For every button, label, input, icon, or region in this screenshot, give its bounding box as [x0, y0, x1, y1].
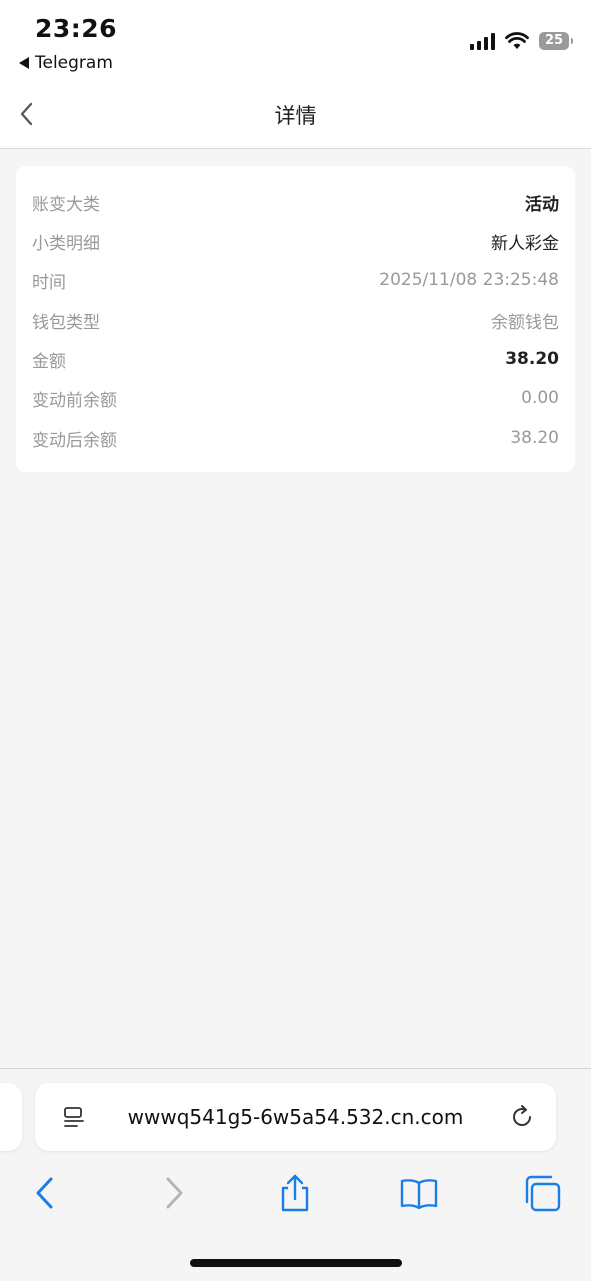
detail-row-time: 时间 2025/11/08 23:25:48 [32, 268, 559, 293]
detail-row-wallet-type: 钱包类型 余额钱包 [32, 308, 559, 333]
back-icon[interactable] [26, 1173, 66, 1213]
detail-value: 38.20 [510, 428, 559, 448]
status-time: 23:26 [35, 14, 118, 43]
tabs-icon[interactable] [523, 1173, 563, 1213]
detail-row-subcategory: 小类明细 新人彩金 [32, 229, 559, 254]
detail-row-category: 账变大类 活动 [32, 190, 559, 215]
page-title: 详情 [274, 104, 317, 128]
address-bar[interactable]: wwwq541g5-6w5a54.532.cn.com [35, 1083, 556, 1151]
forward-icon[interactable] [153, 1173, 193, 1213]
back-triangle-icon [19, 57, 29, 69]
detail-label: 时间 [32, 272, 66, 293]
wifi-icon [505, 32, 529, 49]
url-text[interactable]: wwwq541g5-6w5a54.532.cn.com [35, 1105, 556, 1129]
back-to-app-link[interactable]: Telegram [19, 53, 113, 73]
previous-tab-preview[interactable] [0, 1083, 22, 1151]
detail-value: 2025/11/08 23:25:48 [379, 270, 559, 290]
cellular-signal-icon [470, 32, 495, 50]
detail-label: 小类明细 [32, 233, 100, 254]
browser-toolbar: wwwq541g5-6w5a54.532.cn.com [0, 1068, 591, 1281]
home-indicator[interactable] [190, 1259, 402, 1267]
detail-value: 新人彩金 [491, 233, 559, 254]
navigation-bar: 详情 [0, 82, 591, 149]
system-icons: 25 [470, 32, 573, 50]
share-icon[interactable] [275, 1173, 315, 1213]
battery-icon: 25 [539, 32, 573, 50]
detail-row-balance-after: 变动后余额 38.20 [32, 426, 559, 451]
detail-label: 账变大类 [32, 194, 100, 215]
detail-label: 金额 [32, 351, 66, 372]
detail-label: 钱包类型 [32, 312, 100, 333]
detail-label: 变动前余额 [32, 390, 117, 411]
detail-row-balance-before: 变动前余额 0.00 [32, 386, 559, 411]
detail-value: 38.20 [505, 349, 559, 369]
bookmarks-icon[interactable] [399, 1173, 439, 1213]
detail-label: 变动后余额 [32, 430, 117, 451]
status-bar: 23:26 Telegram 25 [0, 0, 591, 82]
detail-value: 余额钱包 [491, 312, 559, 333]
detail-value: 0.00 [521, 388, 559, 408]
detail-row-amount: 金额 38.20 [32, 347, 559, 372]
detail-value: 活动 [525, 194, 559, 215]
back-app-label: Telegram [35, 53, 113, 73]
detail-card: 账变大类 活动 小类明细 新人彩金 时间 2025/11/08 23:25:48… [16, 166, 575, 472]
reload-icon[interactable] [508, 1103, 536, 1131]
